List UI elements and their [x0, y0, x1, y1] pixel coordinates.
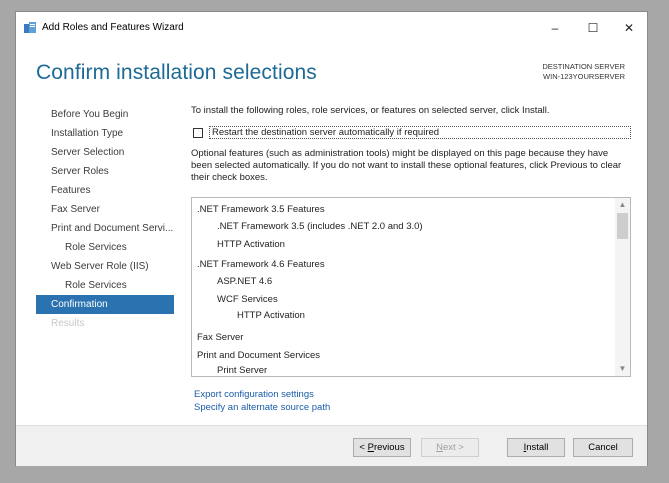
- destination-label: DESTINATION SERVER: [542, 62, 625, 71]
- nav-item-print-role-services[interactable]: Role Services: [36, 238, 174, 257]
- list-item: ASP.NET 4.6: [217, 276, 273, 287]
- restart-option[interactable]: Restart the destination server automatic…: [191, 126, 631, 140]
- install-button[interactable]: Install: [507, 438, 565, 457]
- list-item: .NET Framework 3.5 Features: [197, 204, 325, 215]
- list-item: WCF Services: [217, 294, 278, 305]
- nav-item-web-role-services[interactable]: Role Services: [36, 276, 174, 295]
- list-scrollbar[interactable]: ▲ ▼: [615, 198, 630, 376]
- window-title: Add Roles and Features Wizard: [42, 22, 184, 33]
- nav-item-features[interactable]: Features: [36, 181, 174, 200]
- intro-text: To install the following roles, role ser…: [191, 105, 550, 116]
- page-title: Confirm installation selections: [36, 61, 317, 84]
- wizard-nav: Before You Begin Installation Type Serve…: [36, 105, 174, 333]
- scroll-thumb[interactable]: [617, 213, 628, 239]
- list-item: HTTP Activation: [217, 239, 285, 250]
- destination-server-info: DESTINATION SERVER WIN-123YOURSERVER: [542, 62, 625, 82]
- destination-server-name: WIN-123YOURSERVER: [543, 72, 625, 81]
- server-manager-icon: [24, 22, 36, 33]
- next-button-rest: ext >: [443, 442, 464, 453]
- export-config-link[interactable]: Export configuration settings: [194, 389, 314, 400]
- maximize-icon[interactable]: ☐: [578, 18, 608, 38]
- list-item: Print Server: [217, 365, 268, 376]
- nav-item-server-selection[interactable]: Server Selection: [36, 143, 174, 162]
- nav-item-results: Results: [51, 318, 85, 329]
- scroll-down-icon[interactable]: ▼: [615, 362, 630, 376]
- install-button-rest: nstall: [526, 442, 549, 453]
- minimize-icon[interactable]: –: [540, 18, 570, 38]
- optional-features-note: Optional features (such as administratio…: [191, 148, 622, 183]
- list-item: Print and Document Services: [197, 350, 321, 361]
- nav-item-installation-type[interactable]: Installation Type: [36, 124, 174, 143]
- list-item: .NET Framework 3.5 (includes .NET 2.0 an…: [217, 221, 423, 232]
- restart-checkbox-label[interactable]: Restart the destination server automatic…: [209, 126, 631, 139]
- list-item: HTTP Activation: [237, 310, 305, 321]
- nav-item-server-roles[interactable]: Server Roles: [36, 162, 174, 181]
- list-item: Fax Server: [197, 332, 244, 343]
- close-icon[interactable]: ✕: [614, 18, 644, 38]
- scroll-up-icon[interactable]: ▲: [615, 198, 630, 212]
- list-item: .NET Framework 4.6 Features: [197, 259, 325, 270]
- wizard-footer: < Previous Next > Install Cancel: [16, 425, 647, 466]
- alternate-source-link[interactable]: Specify an alternate source path: [194, 402, 330, 413]
- title-bar: Add Roles and Features Wizard – ☐ ✕: [16, 12, 647, 42]
- wizard-window: Add Roles and Features Wizard – ☐ ✕ Conf…: [15, 11, 648, 466]
- nav-item-print-document-services[interactable]: Print and Document Servi...: [36, 219, 174, 238]
- nav-item-fax-server[interactable]: Fax Server: [36, 200, 174, 219]
- next-button: Next >: [421, 438, 479, 457]
- previous-button-rest: revious: [373, 442, 405, 453]
- nav-item-confirmation[interactable]: Confirmation: [36, 295, 174, 314]
- previous-button[interactable]: < Previous: [353, 438, 411, 457]
- cancel-button[interactable]: Cancel: [573, 438, 633, 457]
- next-button-key: N: [436, 442, 443, 453]
- selections-list[interactable]: .NET Framework 3.5 Features .NET Framewo…: [191, 197, 631, 377]
- nav-item-web-server-role[interactable]: Web Server Role (IIS): [36, 257, 174, 276]
- previous-button-prefix: <: [359, 442, 368, 453]
- restart-checkbox[interactable]: [193, 128, 203, 138]
- nav-item-before-you-begin[interactable]: Before You Begin: [36, 105, 174, 124]
